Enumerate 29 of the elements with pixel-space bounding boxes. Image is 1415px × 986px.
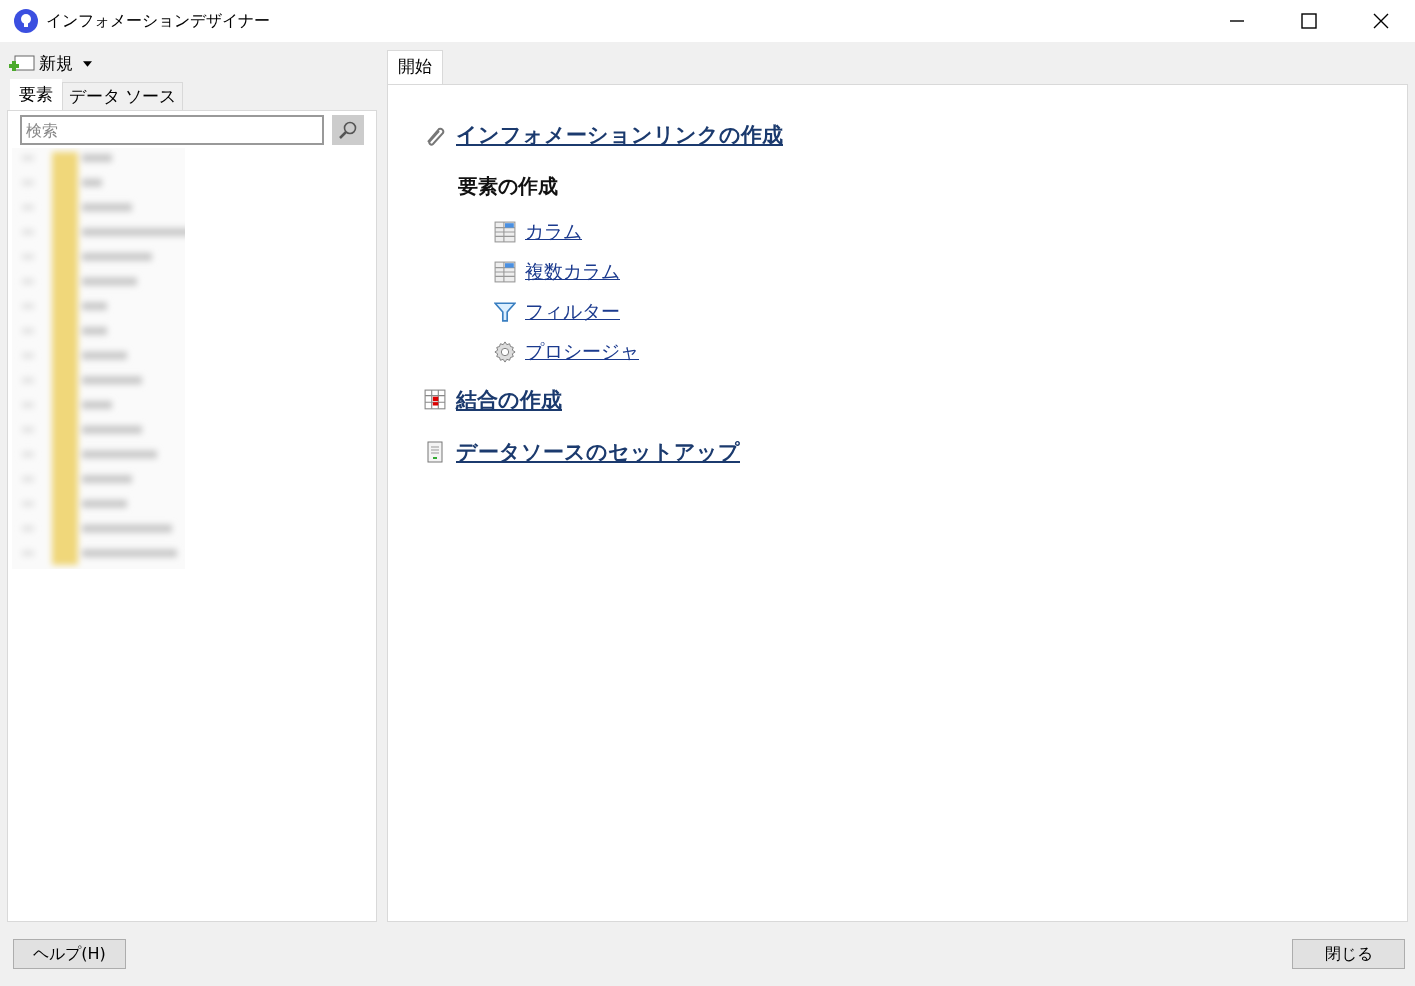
link[interactable]: 結合の作成 [456, 386, 562, 414]
link[interactable]: 複数カラム [525, 259, 620, 285]
search-button[interactable] [332, 115, 364, 145]
tab[interactable]: データ ソース [62, 82, 184, 110]
window-title: インフォメーションデザイナー [46, 10, 270, 32]
table-icon [494, 261, 516, 283]
search-icon [338, 120, 358, 140]
table-icon [494, 221, 516, 243]
table-icon [424, 389, 446, 411]
tab[interactable]: 開始 [387, 50, 443, 84]
link[interactable]: インフォメーションリンクの作成 [456, 121, 783, 149]
tab[interactable]: 要素 [10, 79, 62, 110]
document-icon [424, 441, 446, 463]
help-button[interactable]: ヘルプ(H) [13, 939, 126, 969]
caret-icon [83, 60, 92, 67]
close-button[interactable]: 閉じる [1292, 939, 1405, 969]
gear-icon [494, 341, 516, 363]
link[interactable]: カラム [525, 219, 582, 245]
add-icon [9, 54, 35, 73]
link[interactable]: データソースのセットアップ [456, 438, 740, 466]
new-button[interactable]: 新規 [7, 50, 94, 77]
link[interactable]: フィルター [525, 299, 620, 325]
search-field[interactable]: 検索 [20, 115, 324, 145]
section-heading: 要素の作成 [458, 173, 559, 200]
close-icon[interactable] [1371, 11, 1391, 31]
lightbulb-icon [14, 9, 38, 33]
link[interactable]: プロシージャ [525, 339, 639, 365]
maximize-icon[interactable] [1299, 11, 1319, 31]
filter-icon [494, 301, 516, 323]
